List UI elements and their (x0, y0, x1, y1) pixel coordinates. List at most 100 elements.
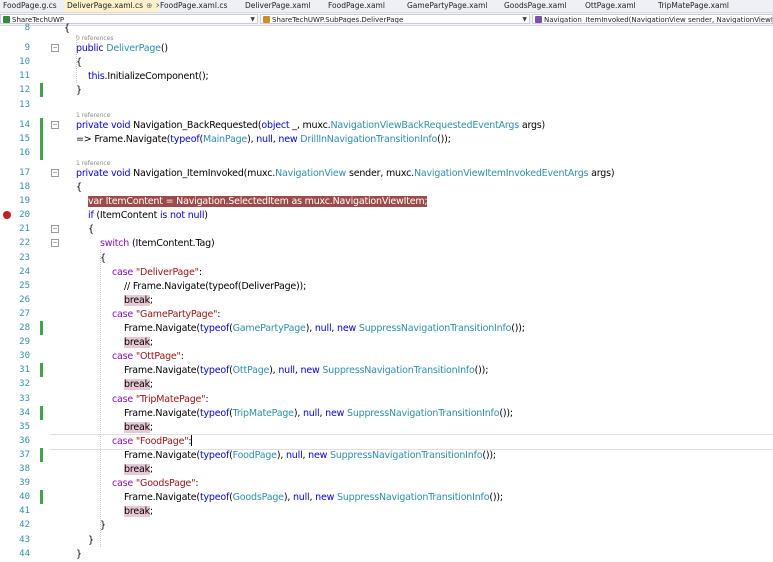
code-line[interactable]: 44} (0, 547, 773, 562)
tab-deliverpage-xaml-cs[interactable]: DeliverPage.xaml.cs⊕✕ (64, 0, 159, 12)
code-line[interactable]: 22 − switch (ItemContent.Tag) (0, 236, 773, 251)
code-line[interactable]: 30 case "OttPage": (0, 349, 773, 364)
code-line[interactable]: 34 Frame.Navigate(typeof(TripMatePage), n… (0, 406, 773, 421)
code-token: (ItemContent (96, 210, 160, 221)
code-token: ; (149, 337, 153, 348)
code-line[interactable]: 9 − public DeliverPage() (0, 41, 773, 56)
fold-toggle-icon[interactable]: − (51, 169, 59, 177)
code-line[interactable]: 33 case "TripMatePage": (0, 392, 773, 407)
code-token: SuppressNavigationTransitionInfo (330, 450, 483, 461)
code-line[interactable]: 18 { (0, 180, 773, 195)
code-line[interactable]: 11 this.InitializeComponent(); (0, 69, 773, 84)
tab-gamepartypage-xaml[interactable]: GamePartyPage.xaml (404, 0, 503, 12)
change-marker (40, 363, 43, 377)
code-line[interactable]: 13 (0, 98, 773, 113)
code-line[interactable]: 28 Frame.Navigate(typeof(GamePartyPage), … (0, 321, 773, 336)
code-text: Frame.Navigate(typeof(OttPage), null, ne… (124, 363, 488, 378)
line-number: 32 (19, 379, 30, 389)
code-token: DrillInNavigationTransitionInfo (300, 134, 438, 145)
code-line[interactable]: 35 break; (0, 420, 773, 435)
code-token: ; (149, 464, 153, 475)
code-text: var ItemContent = Navigation.SelectedIte… (88, 194, 428, 209)
fold-toggle-icon[interactable]: − (51, 225, 59, 233)
code-token: GoodsPage (232, 492, 284, 503)
code-line[interactable]: 21 − { (0, 222, 773, 237)
line-number: 29 (19, 337, 30, 347)
line-number: 30 (19, 351, 30, 361)
code-line[interactable]: 38 break; (0, 462, 773, 477)
code-text: Frame.Navigate(typeof(GoodsPage), null, … (124, 490, 503, 505)
code-token: { (88, 224, 94, 235)
fold-toggle-icon[interactable]: − (51, 239, 59, 247)
reference-count-link[interactable]: 0 references (76, 34, 114, 44)
code-text: } (88, 533, 94, 548)
code-text: if (ItemContent is not null) (88, 208, 208, 223)
tab-deliverpage-xaml[interactable]: DeliverPage.xaml (242, 0, 327, 12)
code-token: DeliverPage (106, 43, 161, 54)
code-token: typeof (170, 134, 200, 145)
tab-foodpage-g-cs[interactable]: FoodPage.g.cs (0, 0, 67, 12)
code-line[interactable]: 17 − private void Navigation_ItemInvoked(m… (0, 166, 773, 181)
line-number: 21 (19, 224, 30, 234)
code-line[interactable]: 43} (0, 533, 773, 548)
code-editor[interactable]: 8{9− public DeliverPage() 10{11 this.Initia… (0, 23, 773, 560)
tab-label: TripMatePage.xaml (658, 1, 729, 10)
code-token: break (124, 337, 150, 348)
code-token: "TripMatePage" (135, 394, 206, 405)
code-token: ()); (489, 492, 503, 503)
code-text: private void Navigation_ItemInvoked(muxc… (76, 166, 615, 181)
tab-tripmatepage-xaml[interactable]: TripMatePage.xaml (655, 0, 773, 12)
code-line[interactable]: 40 Frame.Navigate(typeof(GoodsPage), null… (0, 490, 773, 505)
code-line[interactable]: 19 var ItemContent = Navigation.SelectedI… (0, 194, 773, 209)
code-text: case "GamePartyPage": (112, 307, 220, 322)
code-token: sender, muxc. (346, 168, 414, 179)
code-token: null (292, 492, 310, 503)
code-token: object (261, 120, 293, 131)
code-line[interactable]: 26 break; (0, 293, 773, 308)
code-line[interactable]: 37 Frame.Navigate(typeof(FoodPage), null,… (0, 448, 773, 463)
tab-goodspage-xaml[interactable]: GoodsPage.xaml (501, 0, 584, 12)
code-line[interactable]: 25 // Frame.Navigate(typeof(DeliverPage))… (0, 279, 773, 294)
reference-count-link[interactable]: 1 reference (76, 111, 110, 121)
code-line[interactable]: 31 Frame.Navigate(typeof(OttPage), null, … (0, 363, 773, 378)
change-marker (40, 83, 43, 97)
line-number: 8 (24, 23, 30, 33)
tab-foodpage-xaml[interactable]: FoodPage.xaml (325, 0, 406, 12)
code-token: is not null (159, 210, 205, 221)
code-line[interactable]: 32 break; (0, 377, 773, 392)
text-cursor (191, 435, 193, 446)
code-line[interactable]: 8{ (0, 21, 773, 36)
code-line[interactable]: 39 case "GoodsPage": (0, 476, 773, 491)
code-token: ()); (474, 365, 489, 376)
code-line[interactable]: 42} (0, 518, 773, 533)
code-line[interactable]: 16 (0, 146, 773, 161)
code-line[interactable]: 24 case "DeliverPage": (0, 265, 773, 280)
code-line[interactable]: 36 case "FoodPage": (0, 434, 773, 449)
code-token: NavigationViewBackRequestedEventArgs (330, 120, 519, 131)
code-token: ; (149, 295, 153, 306)
code-line[interactable]: 15 => Frame.Navigate(typeof(MainPage), nu… (0, 132, 773, 147)
code-text: } (76, 83, 82, 98)
code-token: null (256, 134, 273, 145)
code-token: ), (305, 323, 315, 334)
code-line[interactable]: 23{ (0, 251, 773, 266)
code-line[interactable]: 27 case "GamePartyPage": (0, 307, 773, 322)
fold-toggle-icon[interactable]: − (51, 121, 59, 129)
code-line[interactable]: 29 break; (0, 335, 773, 350)
line-number: 43 (19, 535, 30, 545)
tab-foodpage-xaml-cs[interactable]: FoodPage.xaml.cs (157, 0, 244, 12)
line-number: 11 (19, 71, 30, 81)
fold-toggle-icon[interactable]: − (51, 44, 59, 52)
code-line[interactable]: 12} (0, 83, 773, 98)
code-line[interactable]: 10{ (0, 55, 773, 70)
code-line[interactable]: 20 if (ItemContent is not null) (0, 208, 773, 223)
code-text: break; (124, 335, 153, 350)
code-token: ()); (482, 450, 496, 461)
code-token: break (124, 379, 150, 390)
tab-ottpage-xaml[interactable]: OttPage.xaml (582, 0, 657, 12)
code-line[interactable]: 41 break; (0, 504, 773, 519)
code-token: SuppressNavigationTransitionInfo (322, 365, 475, 376)
pin-icon[interactable]: ⊕ (146, 1, 152, 10)
reference-count-link[interactable]: 1 reference (76, 159, 110, 169)
code-line[interactable]: 14 − private void Navigation_BackRequested… (0, 118, 773, 133)
